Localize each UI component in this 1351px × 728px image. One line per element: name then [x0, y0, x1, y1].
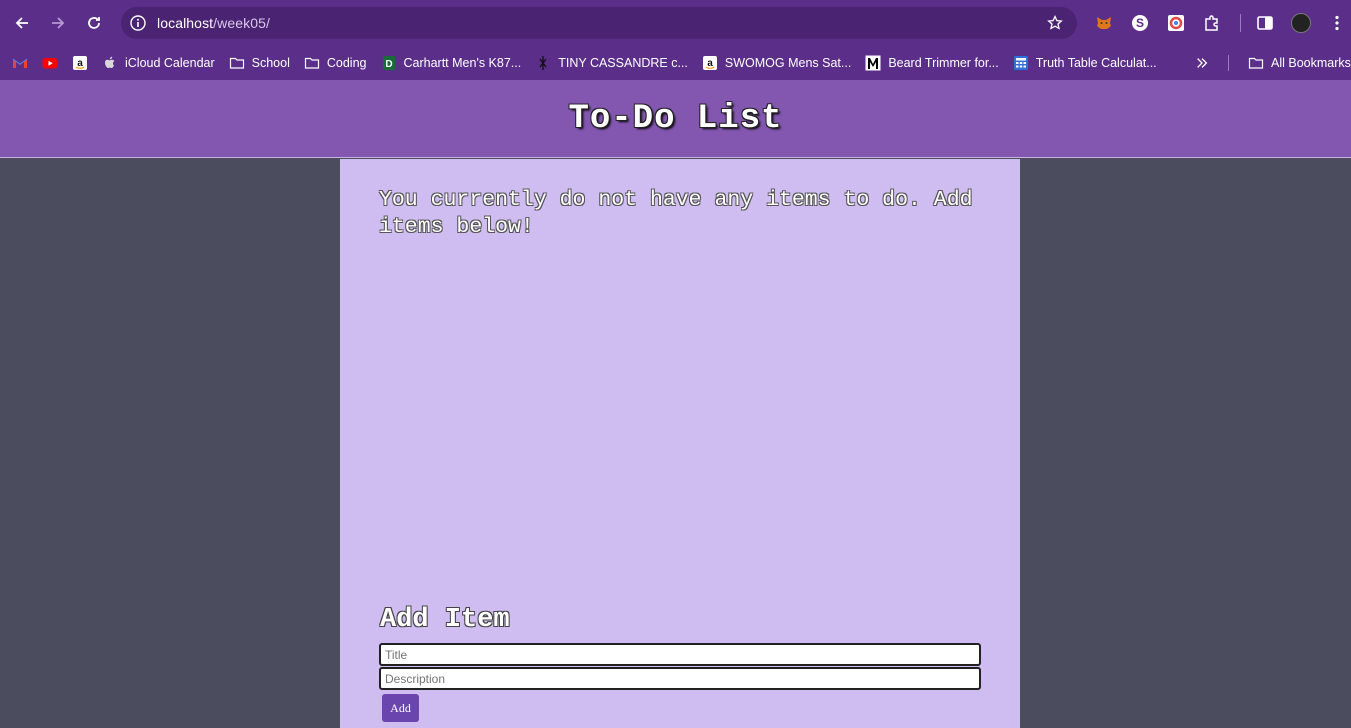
menu-button[interactable]: [1323, 9, 1351, 37]
bookmark-label: iCloud Calendar: [125, 56, 215, 70]
bookmark-icloud-calendar[interactable]: iCloud Calendar: [95, 50, 222, 76]
side-panel-icon: [1257, 16, 1273, 30]
bookmark-amazon[interactable]: a: [65, 50, 95, 76]
bookmarks-separator: [1228, 55, 1229, 71]
color-picker-icon: [1168, 15, 1184, 31]
page-title: To-Do List: [568, 99, 783, 138]
bookmark-label: All Bookmarks: [1271, 56, 1351, 70]
bookmark-truth-table[interactable]: Truth Table Calculat...: [1006, 50, 1164, 76]
url-text[interactable]: localhost/week05/: [157, 15, 270, 31]
more-bookmarks-button[interactable]: [1195, 46, 1209, 80]
extensions-button[interactable]: [1198, 9, 1226, 37]
fox-icon: [1097, 17, 1111, 29]
bookmark-star-icon[interactable]: [1047, 15, 1063, 31]
url-host: localhost: [157, 15, 214, 31]
forward-arrow-icon: [52, 17, 65, 29]
bookmark-label: School: [251, 56, 290, 70]
calculator-icon: [1013, 55, 1029, 71]
site-info-icon[interactable]: [122, 7, 154, 39]
bookmark-label: Truth Table Calculat...: [1035, 56, 1157, 70]
bookmark-swomog[interactable]: a SWOMOG Mens Sat...: [695, 50, 858, 76]
bookmark-label: SWOMOG Mens Sat...: [724, 56, 852, 70]
kebab-menu-icon: [1335, 15, 1339, 31]
youtube-icon: [42, 55, 58, 71]
add-button[interactable]: Add: [382, 694, 419, 722]
bookmark-label: Beard Trimmer for...: [888, 56, 999, 70]
bookmark-beard-trimmer[interactable]: Beard Trimmer for...: [858, 50, 1005, 76]
reload-button[interactable]: [76, 5, 112, 41]
color-extension[interactable]: [1162, 9, 1190, 37]
svg-text:S: S: [1136, 16, 1144, 30]
bookmark-tiny-cassandre[interactable]: TINY CASSANDRE c...: [528, 50, 695, 76]
add-item-heading: Add Item: [380, 605, 510, 635]
address-bar[interactable]: localhost/week05/: [121, 7, 1077, 39]
back-button[interactable]: [4, 5, 40, 41]
s-icon: S: [1132, 15, 1148, 31]
reload-icon: [88, 17, 100, 29]
description-input[interactable]: [379, 667, 981, 690]
apple-icon: [102, 55, 118, 71]
svg-text:D: D: [385, 59, 392, 70]
amazon-icon: a: [702, 55, 718, 71]
url-path: /week05/: [213, 15, 270, 31]
ysl-icon: [535, 55, 551, 71]
puzzle-icon: [1205, 15, 1218, 31]
bookmark-folder-school[interactable]: School: [222, 50, 297, 76]
toolbar-separator: [1240, 14, 1241, 32]
extensions-area: S: [1090, 9, 1351, 37]
site-header: To-Do List: [0, 80, 1351, 158]
todo-container: You currently do not have any items to d…: [340, 159, 1020, 728]
folder-icon: [229, 55, 245, 71]
side-panel-button[interactable]: [1251, 9, 1279, 37]
empty-list-message: You currently do not have any items to d…: [379, 188, 973, 239]
bookmark-youtube[interactable]: [35, 50, 65, 76]
avatar: [1291, 13, 1311, 33]
bookmark-carhartt[interactable]: D Carhartt Men's K87...: [374, 50, 529, 76]
carhartt-icon: D: [381, 55, 397, 71]
double-chevron-right-icon: [1197, 58, 1208, 68]
forward-button[interactable]: [40, 5, 76, 41]
amazon-icon: a: [72, 55, 88, 71]
profile-button[interactable]: [1287, 9, 1315, 37]
folder-icon: [304, 55, 320, 71]
bookmarks-bar: a iCloud Calendar School Coding D Carhar…: [0, 46, 1351, 80]
bookmark-folder-coding[interactable]: Coding: [297, 50, 374, 76]
s-extension[interactable]: S: [1126, 9, 1154, 37]
m-icon: [865, 55, 881, 71]
all-bookmarks-button[interactable]: All Bookmarks: [1241, 50, 1351, 76]
folder-icon: [1248, 55, 1264, 71]
back-arrow-icon: [15, 17, 28, 29]
bookmark-label: Carhartt Men's K87...: [403, 56, 522, 70]
web-page: To-Do List You currently do not have any…: [0, 80, 1351, 728]
bookmark-label: Coding: [326, 56, 367, 70]
browser-toolbar: localhost/week05/ S: [0, 0, 1351, 46]
bookmark-label: TINY CASSANDRE c...: [558, 56, 688, 70]
title-input[interactable]: [379, 643, 981, 666]
bookmark-gmail[interactable]: [5, 50, 35, 76]
gmail-icon: [12, 55, 28, 71]
metamask-extension[interactable]: [1090, 9, 1118, 37]
